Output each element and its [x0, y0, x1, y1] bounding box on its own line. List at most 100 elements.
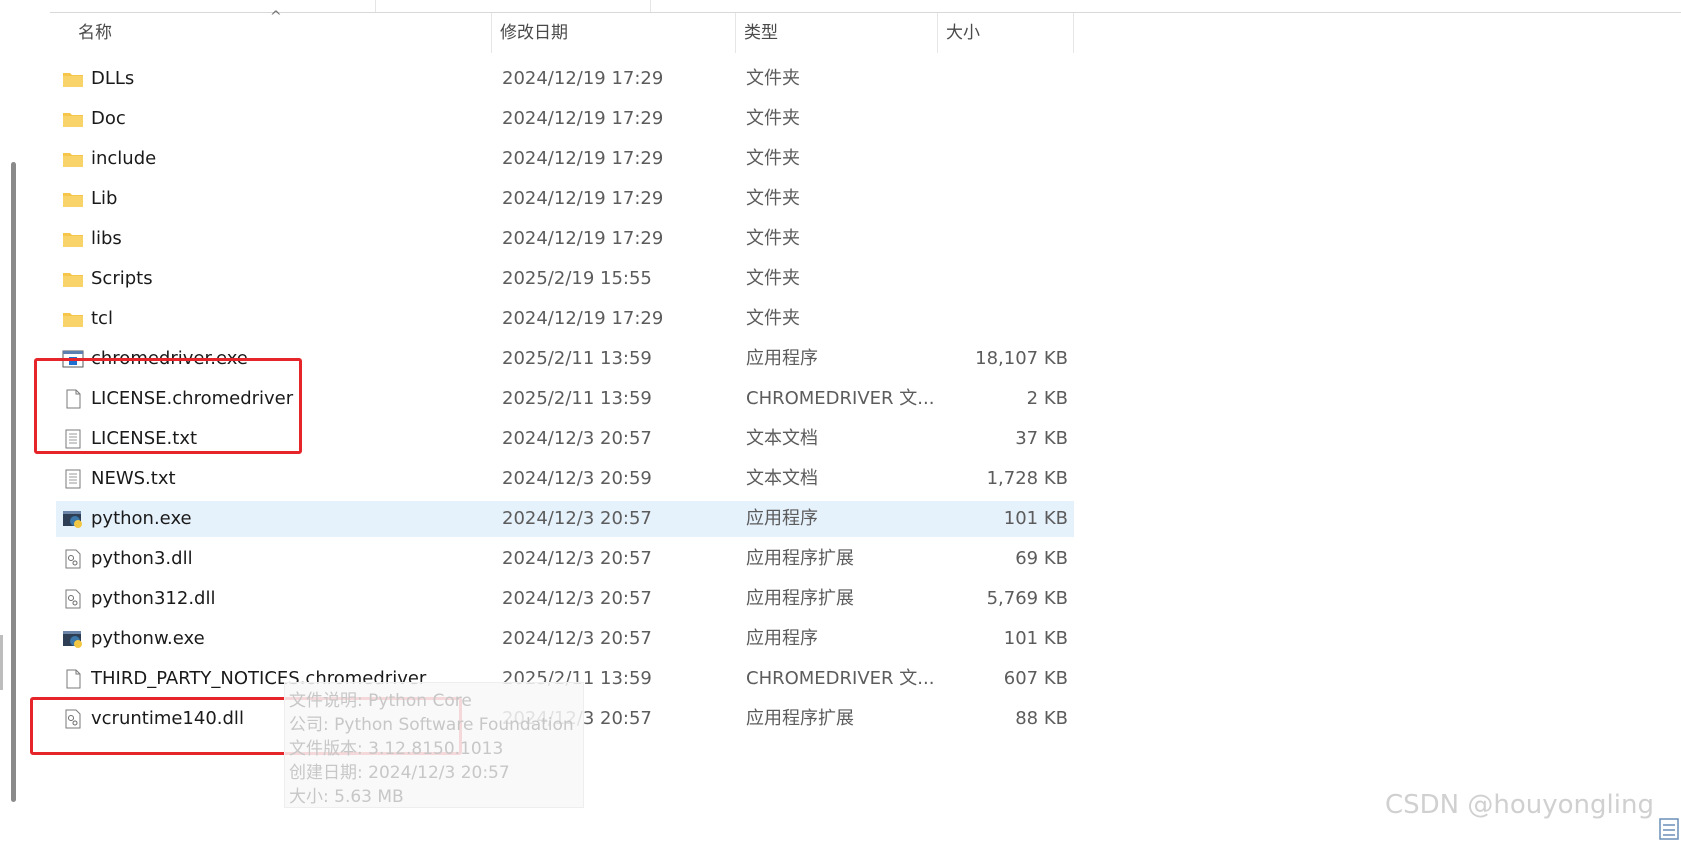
file-name: Lib: [91, 188, 118, 209]
file-row[interactable]: Lib 2024/12/19 17:29 文件夹: [56, 181, 1074, 217]
file-size: 18,107 KB: [975, 348, 1068, 369]
file-type: 应用程序扩展: [746, 588, 854, 609]
dll-icon: [62, 549, 84, 569]
folder-icon: [62, 149, 84, 169]
folder-icon: [62, 269, 84, 289]
file-row[interactable]: Scripts 2025/2/19 15:55 文件夹: [56, 261, 1074, 297]
python-icon: [62, 509, 84, 529]
file-name: libs: [91, 228, 122, 249]
file-size: 101 KB: [1003, 628, 1068, 649]
file-row[interactable]: Doc 2024/12/19 17:29 文件夹: [56, 101, 1074, 137]
file-row[interactable]: python312.dll 2024/12/3 20:57 应用程序扩展 5,769 …: [56, 581, 1074, 617]
vertical-scrollbar[interactable]: [8, 12, 20, 812]
file-row[interactable]: NEWS.txt 2024/12/3 20:59 文本文档 1,728 KB: [56, 461, 1074, 497]
folder-icon: [62, 109, 84, 129]
column-header-type-label: 类型: [744, 23, 778, 43]
column-header-date[interactable]: 修改日期: [492, 13, 736, 53]
file-date: 2024/12/3 20:57: [502, 508, 652, 529]
file-date: 2024/12/19 17:29: [502, 188, 664, 209]
file-type: 文本文档: [746, 428, 818, 449]
file-size: [956, 141, 1068, 177]
file-name: python312.dll: [91, 588, 216, 609]
file-row[interactable]: python3.dll 2024/12/3 20:57 应用程序扩展 69 KB: [56, 541, 1074, 577]
file-date: 2024/12/3 20:57: [502, 628, 652, 649]
file-date: 2025/2/19 15:55: [502, 268, 652, 289]
file-row[interactable]: pythonw.exe 2024/12/3 20:57 应用程序 101 KB: [56, 621, 1074, 657]
folder-icon: [62, 189, 84, 209]
file-type: 应用程序扩展: [746, 548, 854, 569]
file-type: 应用程序: [746, 348, 818, 369]
scrollbar-thumb[interactable]: [11, 162, 16, 802]
file-type: 文件夹: [746, 108, 800, 129]
column-header-name-label: 名称: [78, 23, 112, 43]
file-row[interactable]: include 2024/12/19 17:29 文件夹: [56, 141, 1074, 177]
file-date: 2025/2/11 13:59: [502, 388, 652, 409]
sort-ascending-icon: ^: [270, 9, 282, 25]
file-type: 应用程序: [746, 628, 818, 649]
file-size: 1,728 KB: [986, 468, 1068, 489]
column-header-size[interactable]: 大小: [938, 13, 1074, 53]
file-row[interactable]: tcl 2024/12/19 17:29 文件夹: [56, 301, 1074, 337]
file-type: 文件夹: [746, 268, 800, 289]
column-header: 名称 ^ 修改日期 类型 大小: [0, 9, 1080, 53]
file-type: 文本文档: [746, 468, 818, 489]
file-name: include: [91, 148, 157, 169]
file-type: 应用程序: [746, 508, 818, 529]
file-date: 2024/12/19 17:29: [502, 148, 664, 169]
file-type: 文件夹: [746, 308, 800, 329]
file-row[interactable]: libs 2024/12/19 17:29 文件夹: [56, 221, 1074, 257]
file-type: CHROMEDRIVER 文...: [746, 388, 935, 409]
watermark: CSDN @houyongling: [1385, 790, 1654, 820]
file-size: [956, 181, 1068, 217]
file-size: 607 KB: [1003, 668, 1068, 689]
file-date: 2024/12/3 20:59: [502, 468, 652, 489]
file-date: 2024/12/19 17:29: [502, 108, 664, 129]
file-size: [956, 101, 1068, 137]
file-name: python.exe: [91, 508, 192, 529]
folder-icon: [62, 229, 84, 249]
file-name: tcl: [91, 308, 113, 329]
file-icon: [62, 669, 84, 689]
column-divider: [375, 0, 376, 12]
file-name: Doc: [91, 108, 126, 129]
file-date: 2025/2/11 13:59: [502, 348, 652, 369]
file-size: 37 KB: [1015, 428, 1068, 449]
file-name: Scripts: [91, 268, 153, 289]
python-icon: [62, 629, 84, 649]
tooltip-company: 公司: Python Software Foundation: [289, 715, 574, 735]
file-row[interactable]: python.exe 2024/12/3 20:57 应用程序 101 KB: [56, 501, 1074, 537]
details-view-icon[interactable]: [1658, 815, 1680, 841]
file-date: 2024/12/3 20:57: [502, 588, 652, 609]
tooltip-version: 文件版本: 3.12.8150.1013: [289, 739, 504, 759]
file-row[interactable]: DLLs 2024/12/19 17:29 文件夹: [56, 61, 1074, 97]
file-type: 文件夹: [746, 148, 800, 169]
file-size: 5,769 KB: [986, 588, 1068, 609]
column-divider: [650, 0, 651, 12]
file-name: DLLs: [91, 68, 135, 89]
pane-splitter[interactable]: [0, 635, 3, 690]
column-header-size-label: 大小: [946, 23, 980, 43]
file-date: 2024/12/19 17:29: [502, 68, 664, 89]
highlight-box-chromedriver: [34, 358, 302, 454]
file-size: [956, 301, 1068, 337]
file-size: [956, 221, 1068, 257]
file-type: 文件夹: [746, 68, 800, 89]
file-tooltip: 文件说明: Python Core 公司: Python Software Fo…: [284, 682, 584, 808]
file-name: pythonw.exe: [91, 628, 205, 649]
file-size: [956, 261, 1068, 297]
file-size: 2 KB: [1026, 388, 1068, 409]
column-header-type[interactable]: 类型: [736, 13, 938, 53]
column-header-date-label: 修改日期: [500, 23, 568, 43]
text-file-icon: [62, 469, 84, 489]
file-type: 文件夹: [746, 188, 800, 209]
file-date: 2024/12/3 20:57: [502, 428, 652, 449]
file-size: 88 KB: [1015, 708, 1068, 729]
file-type: 文件夹: [746, 228, 800, 249]
folder-icon: [62, 69, 84, 89]
file-name: python3.dll: [91, 548, 193, 569]
folder-icon: [62, 309, 84, 329]
file-size: 69 KB: [1015, 548, 1068, 569]
file-date: 2024/12/19 17:29: [502, 228, 664, 249]
file-size: 101 KB: [1003, 508, 1068, 529]
file-date: 2024/12/19 17:29: [502, 308, 664, 329]
